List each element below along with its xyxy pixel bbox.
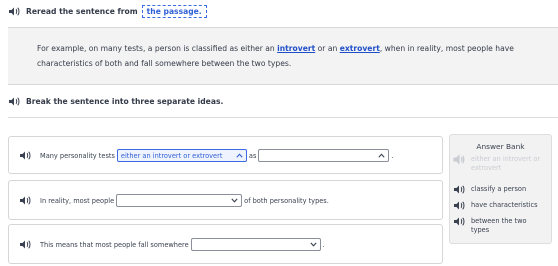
passage-excerpt-box: For example, on many tests, a person is … (8, 27, 558, 85)
idea-text-after: . (391, 151, 394, 160)
idea-text-after: of both personality types. (244, 196, 329, 205)
speaker-icon[interactable] (19, 195, 31, 206)
answer-bank-title: Answer Bank (476, 142, 525, 151)
answer-bank: Answer Bank either an introvert or extro… (449, 134, 552, 244)
answer-bank-item-classify[interactable]: classify a person (453, 185, 526, 195)
break-sentence-instruction: Break the sentence into three separate i… (8, 93, 223, 109)
keyword-introvert[interactable]: introvert (277, 44, 315, 53)
passage-link[interactable]: the passage. (141, 4, 207, 18)
idea-1-dropdown-2[interactable] (258, 149, 390, 162)
break-sentence-text: Break the sentence into three separate i… (26, 96, 224, 106)
speaker-icon[interactable] (8, 96, 20, 107)
idea-row-3: This means that most people fall somewhe… (19, 238, 325, 251)
idea-text-before: Many personality tests (40, 151, 115, 160)
chevron-down-icon (310, 242, 317, 247)
speaker-icon[interactable] (19, 239, 31, 250)
reread-instruction-text: Reread the sentence from (26, 6, 138, 16)
answer-bank-item-label: between the two types (471, 217, 527, 234)
idea-text-before: This means that most people fall somewhe… (40, 240, 189, 249)
passage-text-part: or an (315, 44, 340, 53)
keyword-extrovert[interactable]: extrovert (340, 44, 380, 53)
speaker-icon[interactable] (8, 6, 20, 17)
speaker-icon (453, 154, 465, 165)
speaker-icon[interactable] (19, 150, 31, 161)
passage-sentence: For example, on many tests, a person is … (37, 41, 537, 71)
chevron-up-icon (236, 153, 243, 158)
idea-card-1: Many personality tests either an introve… (8, 136, 443, 174)
idea-2-dropdown-1[interactable] (116, 194, 243, 207)
answer-bank-item-label: either an introvert or extrovert (471, 155, 541, 172)
chevron-up-icon (378, 153, 385, 158)
speaker-icon[interactable] (453, 200, 465, 211)
idea-text-after: . (322, 240, 325, 249)
answer-bank-item-label: classify a person (471, 185, 527, 193)
idea-1-dropdown-1[interactable]: either an introvert or extrovert (116, 149, 247, 162)
idea-row-2: In reality, most people of both personal… (19, 194, 329, 207)
idea-text-middle: as (248, 151, 257, 160)
answer-bank-item-characteristics[interactable]: have characteristics (453, 201, 538, 211)
dropdown-selected-value: either an introvert or extrovert (120, 151, 223, 160)
speaker-icon[interactable] (453, 184, 465, 195)
answer-bank-item-between[interactable]: between the two types (453, 217, 533, 235)
idea-3-dropdown-1[interactable] (190, 238, 321, 251)
answer-bank-item-used: either an introvert or extrovert (453, 154, 549, 173)
answer-bank-item-label: have characteristics (471, 201, 538, 209)
divider (8, 117, 558, 118)
idea-row-1: Many personality tests either an introve… (19, 149, 394, 162)
idea-card-2: In reality, most people of both personal… (8, 180, 443, 220)
idea-card-3: This means that most people fall somewhe… (8, 224, 443, 264)
passage-text-part: For example, on many tests, a person is … (37, 44, 278, 53)
idea-text-before: In reality, most people (40, 196, 115, 205)
chevron-down-icon (231, 198, 238, 203)
speaker-icon[interactable] (453, 216, 465, 227)
reread-instruction: Reread the sentence from the passage. (8, 1, 207, 21)
